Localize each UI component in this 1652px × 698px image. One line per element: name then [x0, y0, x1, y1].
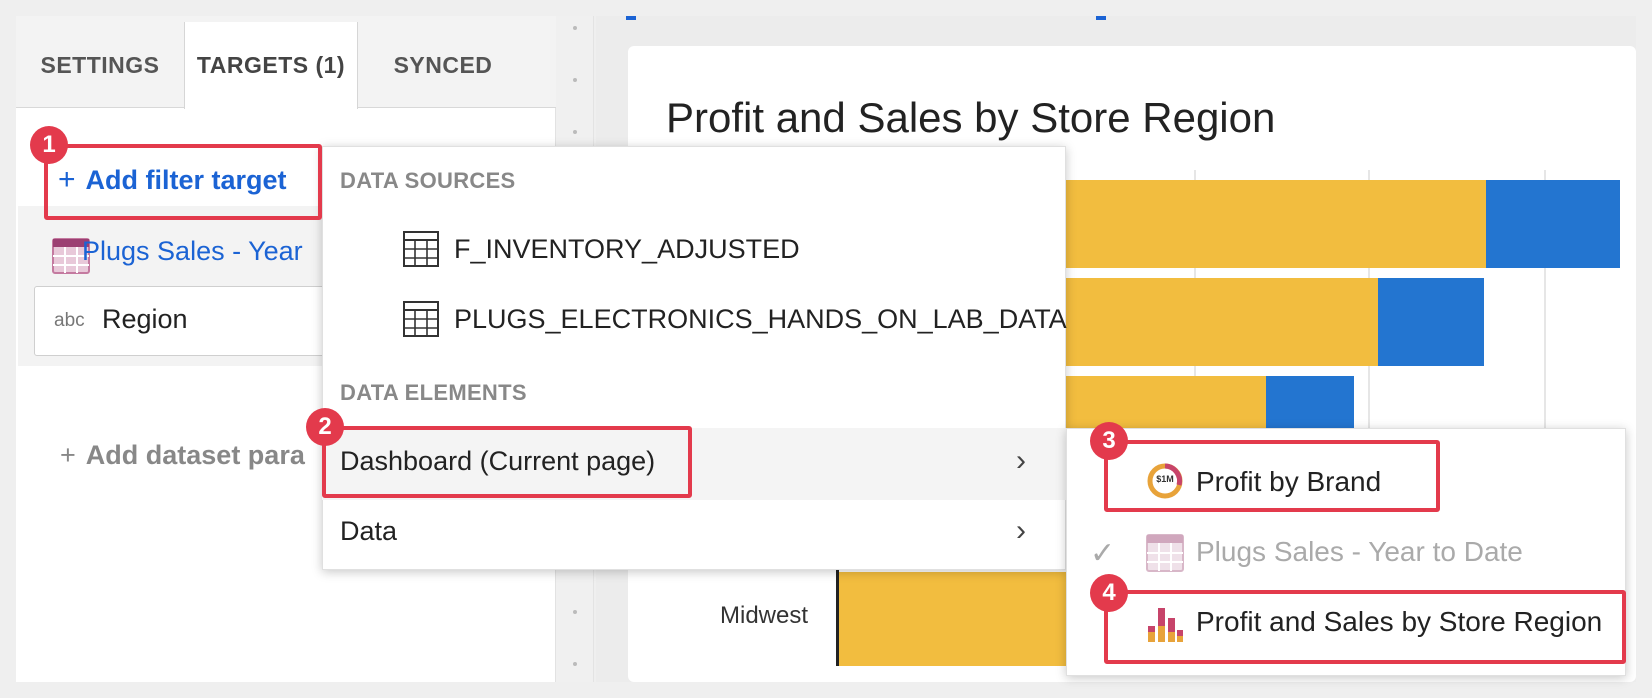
sales-bar[interactable]: [1486, 180, 1620, 268]
data-elements-header: DATA ELEMENTS: [340, 380, 527, 405]
plus-icon: +: [60, 440, 76, 470]
tab-bar: SETTINGS TARGETS (1) SYNCED: [16, 16, 556, 109]
profit-bar[interactable]: [1060, 376, 1266, 428]
y-axis-line: [836, 570, 839, 666]
menu-item-source-label: PLUGS_ELECTRONICS_HANDS_ON_LAB_DATA: [454, 303, 1067, 334]
profit-bar[interactable]: [1060, 180, 1486, 268]
sales-bar[interactable]: [1266, 376, 1354, 428]
target-column-label: Region: [102, 304, 188, 334]
data-sources-header: DATA SOURCES: [340, 168, 516, 193]
chart-title: Profit and Sales by Store Region: [666, 94, 1276, 141]
profit-bar[interactable]: [1060, 278, 1378, 366]
annotation-box-4: [1104, 590, 1626, 664]
menu-item-data[interactable]: Data: [340, 516, 397, 547]
submenu-item-plugs-sales-ytd[interactable]: Plugs Sales - Year to Date: [1196, 536, 1523, 568]
annotation-badge-1: 1: [30, 126, 68, 164]
add-target-menu: [322, 146, 1066, 570]
table-icon: [1146, 534, 1184, 572]
target-card-title[interactable]: Plugs Sales - Year: [82, 236, 303, 267]
menu-item-source[interactable]: PLUGS_ELECTRONICS_HANDS_ON_LAB_DATA: [402, 300, 1067, 338]
sales-bar[interactable]: [1378, 278, 1484, 366]
checkmark-icon: ✓: [1090, 537, 1116, 570]
table-icon: [403, 301, 439, 337]
chevron-right-icon: ›: [1016, 514, 1026, 547]
annotation-badge-2: 2: [306, 408, 344, 446]
tab-targets[interactable]: TARGETS (1): [184, 22, 358, 109]
annotation-box-1: [44, 144, 322, 220]
handle-dot: [573, 130, 577, 134]
add-dataset-parameter-button[interactable]: + Add dataset para: [60, 440, 305, 471]
menu-item-source-label: F_INVENTORY_ADJUSTED: [454, 233, 800, 264]
tab-settings[interactable]: SETTINGS: [16, 22, 184, 108]
menu-item-source[interactable]: F_INVENTORY_ADJUSTED: [402, 230, 800, 268]
y-axis-label-midwest: Midwest: [720, 602, 809, 629]
selection-handle: [626, 16, 636, 20]
tab-synced[interactable]: SYNCED: [358, 22, 528, 108]
profit-bar[interactable]: [838, 572, 1066, 666]
annotation-box-2: [322, 426, 692, 498]
selection-handle: [1096, 16, 1106, 20]
handle-dot: [573, 26, 577, 30]
annotation-badge-3: 3: [1090, 422, 1128, 460]
column-type-tag: abc: [54, 310, 85, 331]
handle-dot: [573, 78, 577, 82]
add-dataset-parameter-label: Add dataset para: [85, 440, 305, 470]
annotation-badge-4: 4: [1090, 574, 1128, 612]
chevron-right-icon: ›: [1016, 444, 1026, 477]
table-icon: [403, 231, 439, 267]
handle-dot: [573, 610, 577, 614]
handle-dot: [573, 662, 577, 666]
annotation-box-3: [1104, 440, 1440, 512]
